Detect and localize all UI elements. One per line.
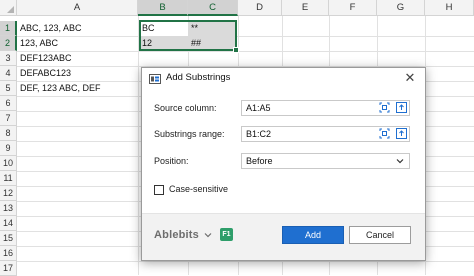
- grid-line: [138, 16, 139, 275]
- source-column-label: Source column:: [154, 103, 217, 113]
- row-header-6[interactable]: 6: [0, 96, 17, 111]
- cell-a5[interactable]: DEF, 123 ABC, DEF: [17, 81, 138, 96]
- chevron-down-icon: [396, 159, 404, 164]
- row-header-17[interactable]: 17: [0, 261, 17, 276]
- row-header-8[interactable]: 8: [0, 126, 17, 141]
- row-header-14[interactable]: 14: [0, 216, 17, 231]
- cell-a3[interactable]: DEF123ABC: [17, 51, 138, 66]
- help-f1-icon[interactable]: F1: [220, 228, 233, 241]
- row-header-15[interactable]: 15: [0, 231, 17, 246]
- row-header-7[interactable]: 7: [0, 111, 17, 126]
- expand-selection-icon[interactable]: [396, 102, 407, 113]
- add-substrings-icon: [149, 74, 161, 84]
- add-button[interactable]: Add: [282, 226, 344, 244]
- grid-line: [17, 261, 474, 262]
- row-header-4[interactable]: 4: [0, 66, 17, 81]
- position-dropdown[interactable]: Before: [241, 153, 410, 169]
- row-header-9[interactable]: 9: [0, 141, 17, 156]
- select-range-icon[interactable]: [379, 128, 390, 139]
- case-sensitive-label[interactable]: Case-sensitive: [169, 184, 228, 194]
- expand-selection-icon[interactable]: [396, 128, 407, 139]
- row-header-1[interactable]: 1: [0, 21, 17, 36]
- substrings-range-label: Substrings range:: [154, 129, 225, 139]
- dialog-footer: Ablebits F1 Add Cancel: [142, 213, 425, 260]
- column-header-b[interactable]: B: [138, 0, 188, 16]
- cell-a1[interactable]: ABC, 123, ABC: [17, 21, 138, 36]
- row-header-12[interactable]: 12: [0, 186, 17, 201]
- column-header-e[interactable]: E: [282, 0, 329, 16]
- row-header-13[interactable]: 13: [0, 201, 17, 216]
- ablebits-logo[interactable]: Ablebits: [154, 229, 199, 241]
- close-button[interactable]: ✕: [403, 71, 417, 85]
- selection-border: [139, 20, 237, 51]
- fill-handle[interactable]: [233, 47, 239, 53]
- column-header-h[interactable]: H: [425, 0, 474, 16]
- column-header-g[interactable]: G: [377, 0, 425, 16]
- row-header-16[interactable]: 16: [0, 246, 17, 261]
- add-substrings-dialog: Add Substrings ✕ Source column: A1:A5 Su…: [141, 67, 426, 261]
- row-header-11[interactable]: 11: [0, 171, 17, 186]
- column-header-f[interactable]: F: [329, 0, 377, 16]
- case-sensitive-checkbox[interactable]: [154, 185, 164, 195]
- position-label: Position:: [154, 156, 189, 166]
- row-header-2[interactable]: 2: [0, 36, 17, 51]
- position-selected-value: Before: [246, 156, 273, 166]
- select-range-icon[interactable]: [379, 102, 390, 113]
- cancel-button[interactable]: Cancel: [349, 226, 411, 244]
- dialog-title-bar[interactable]: Add Substrings ✕: [142, 68, 425, 90]
- row-header-3[interactable]: 3: [0, 51, 17, 66]
- column-header-a[interactable]: A: [17, 0, 138, 16]
- cell-a2[interactable]: 123, ABC: [17, 36, 138, 51]
- column-header-c[interactable]: C: [188, 0, 238, 16]
- cell-a4[interactable]: DEFABC123: [17, 66, 138, 81]
- row-header-5[interactable]: 5: [0, 81, 17, 96]
- chevron-down-icon[interactable]: [204, 231, 212, 239]
- row-header-10[interactable]: 10: [0, 156, 17, 171]
- column-header-d[interactable]: D: [238, 0, 282, 16]
- select-all-corner[interactable]: [0, 0, 17, 16]
- dialog-title: Add Substrings: [166, 72, 231, 83]
